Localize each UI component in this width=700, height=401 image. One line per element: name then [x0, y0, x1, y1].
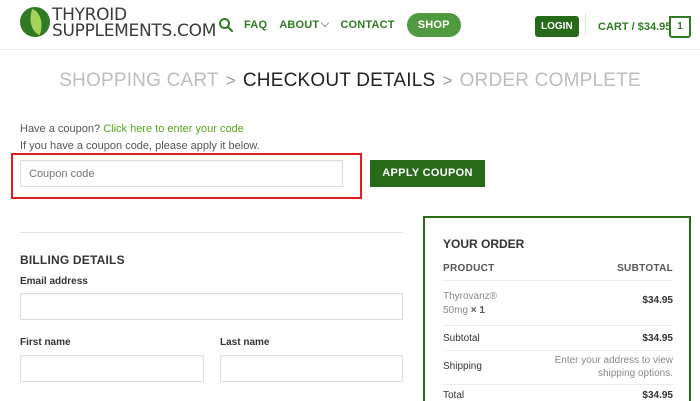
leaf-logo-icon [20, 7, 50, 37]
subtotal-value: $34.95 [642, 333, 673, 344]
order-item-name: Thyrovanz® 50mg × 1 [443, 291, 498, 316]
shipping-row: Shipping Enter your address to view ship… [443, 351, 673, 385]
shipping-label: Shipping [443, 361, 482, 372]
nav-about[interactable]: ABOUT [279, 18, 330, 31]
coupon-instruction: If you have a coupon code, please apply … [20, 140, 260, 152]
chevron-right-icon: > [225, 71, 236, 90]
header-divider [585, 13, 586, 35]
subtotal-row: Subtotal $34.95 [443, 326, 673, 351]
subtotal-label: Subtotal [443, 333, 480, 344]
order-item-row: Thyrovanz® 50mg × 1 $34.95 [443, 289, 673, 326]
section-divider [20, 232, 403, 233]
shipping-note: Enter your address to view shipping opti… [554, 355, 673, 379]
logo-text: THYROID SUPPLEMENTS.COM [52, 5, 217, 41]
email-label: Email address [20, 276, 88, 287]
order-title: YOUR ORDER [443, 237, 525, 251]
nav-faq[interactable]: FAQ [244, 19, 267, 31]
apply-coupon-button[interactable]: APPLY COUPON [370, 160, 485, 187]
order-table-header: PRODUCT SUBTOTAL [443, 263, 673, 281]
subtotal-column-header: SUBTOTAL [617, 263, 673, 274]
search-icon[interactable] [218, 17, 234, 33]
nav-contact[interactable]: CONTACT [340, 19, 394, 31]
billing-details-title: BILLING DETAILS [20, 253, 125, 267]
total-value: $34.95 [642, 390, 673, 401]
coupon-toggle-link[interactable]: Click here to enter your code [103, 123, 244, 135]
step-order-complete: ORDER COMPLETE [459, 70, 641, 91]
coupon-code-input[interactable] [20, 160, 343, 187]
order-item-price: $34.95 [642, 295, 673, 306]
coupon-prompt: Have a coupon? Click here to enter your … [20, 123, 244, 135]
order-summary: YOUR ORDER PRODUCT SUBTOTAL Thyrovanz® 5… [423, 216, 691, 401]
last-name-field[interactable] [220, 355, 403, 382]
cart-link[interactable]: CART / $34.95 [598, 21, 671, 33]
step-checkout-details[interactable]: CHECKOUT DETAILS [243, 70, 436, 91]
shop-button[interactable]: SHOP [406, 13, 461, 37]
email-field[interactable] [20, 293, 403, 320]
last-name-label: Last name [220, 337, 270, 348]
cart-count-badge[interactable]: 1 [669, 16, 691, 38]
site-header: THYROID SUPPLEMENTS.COM FAQ ABOUT CONTAC… [0, 0, 700, 50]
site-logo[interactable]: THYROID SUPPLEMENTS.COM [20, 6, 216, 40]
total-label: Total [443, 390, 465, 401]
product-column-header: PRODUCT [443, 263, 495, 274]
step-shopping-cart[interactable]: SHOPPING CART [59, 70, 219, 91]
first-name-label: First name [20, 337, 71, 348]
total-row: Total $34.95 [443, 385, 673, 401]
chevron-right-icon: > [442, 71, 453, 90]
checkout-steps: SHOPPING CART > CHECKOUT DETAILS > ORDER COM… [0, 70, 700, 92]
login-button[interactable]: LOGIN [535, 16, 579, 37]
main-nav: FAQ ABOUT CONTACT SHOP [218, 0, 473, 50]
chevron-down-icon [321, 18, 330, 28]
order-item-qty: × 1 [470, 305, 485, 316]
first-name-field[interactable] [20, 355, 204, 382]
